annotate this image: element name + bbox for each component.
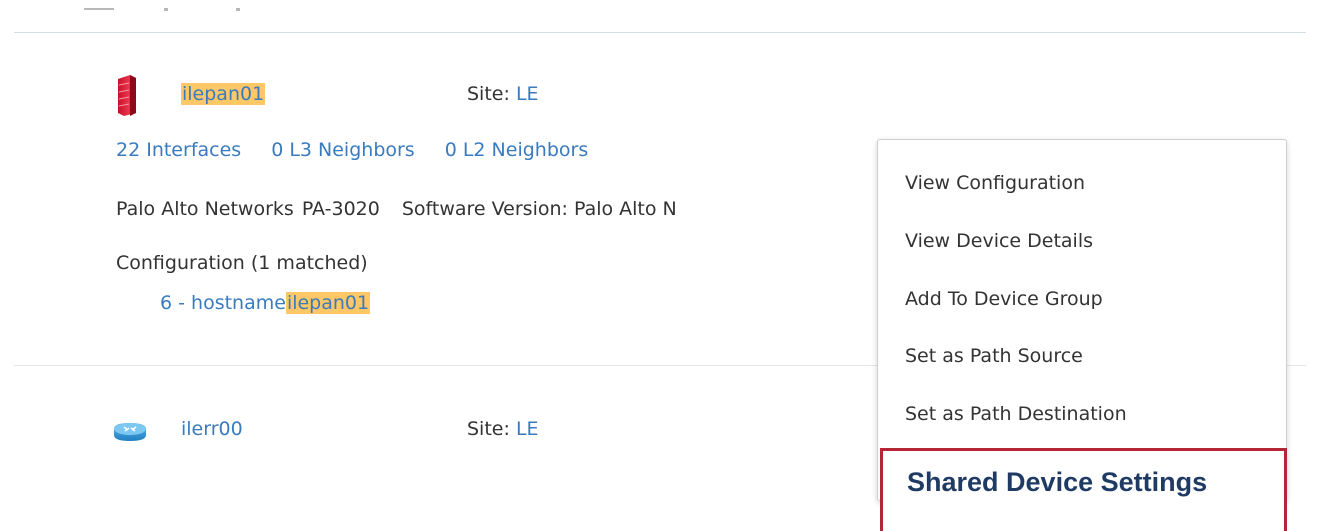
config-line-highlight[interactable]: ilepan01 [285, 292, 371, 314]
interfaces-link[interactable]: 22 Interfaces [116, 139, 241, 161]
menu-item-set-path-destination[interactable]: Set as Path Destination [905, 402, 1127, 426]
collapsed-row-marker [164, 8, 168, 11]
device-name-link[interactable]: ilerr00 [181, 417, 243, 441]
l3-neighbors-link[interactable]: 0 L3 Neighbors [271, 139, 415, 161]
menu-item-view-device-details[interactable]: View Device Details [905, 229, 1093, 253]
l2-neighbors-link[interactable]: 0 L2 Neighbors [445, 139, 589, 161]
device-name-link[interactable]: ilepan01 [181, 82, 266, 106]
config-match-line[interactable]: 6 - hostnameilepan01 [160, 291, 371, 315]
site-label: Site: [467, 418, 510, 440]
collapsed-row-marker [236, 8, 240, 11]
firewall-device-icon [118, 75, 136, 116]
site-link[interactable]: LE [516, 418, 539, 440]
divider [14, 32, 1306, 33]
software-version-text: Software Version: Palo Alto N [401, 198, 677, 220]
site-label: Site: [467, 83, 510, 105]
device-context-menu: View Configuration View Device Details A… [877, 139, 1287, 501]
menu-item-shared-device-settings[interactable]: Shared Device Settings [880, 448, 1287, 531]
site-link[interactable]: LE [516, 83, 539, 105]
device-name-highlight[interactable]: ilepan01 [181, 83, 266, 105]
config-heading: Configuration (1 matched) [116, 252, 368, 274]
device-site: Site: LE [467, 417, 539, 441]
device-name-text[interactable]: ilerr00 [181, 418, 243, 440]
menu-item-add-to-device-group[interactable]: Add To Device Group [905, 287, 1103, 311]
device-description: Palo Alto Networks PA-3020 Software Versio… [116, 197, 677, 221]
config-line-number[interactable]: 6 - [160, 292, 185, 314]
menu-item-set-path-source[interactable]: Set as Path Source [905, 344, 1083, 368]
router-device-icon [114, 423, 146, 441]
vendor-text: Palo Alto Networks [116, 198, 294, 220]
device-stats: 22 Interfaces 0 L3 Neighbors 0 L2 Neighbor… [116, 138, 618, 162]
config-line-text[interactable]: hostname [191, 292, 286, 314]
device-site: Site: LE [467, 82, 539, 106]
shared-device-settings-label: Shared Device Settings [907, 467, 1208, 497]
collapsed-row-marker [84, 8, 114, 10]
menu-item-view-configuration[interactable]: View Configuration [905, 171, 1085, 195]
model-text: PA-3020 [301, 198, 380, 220]
